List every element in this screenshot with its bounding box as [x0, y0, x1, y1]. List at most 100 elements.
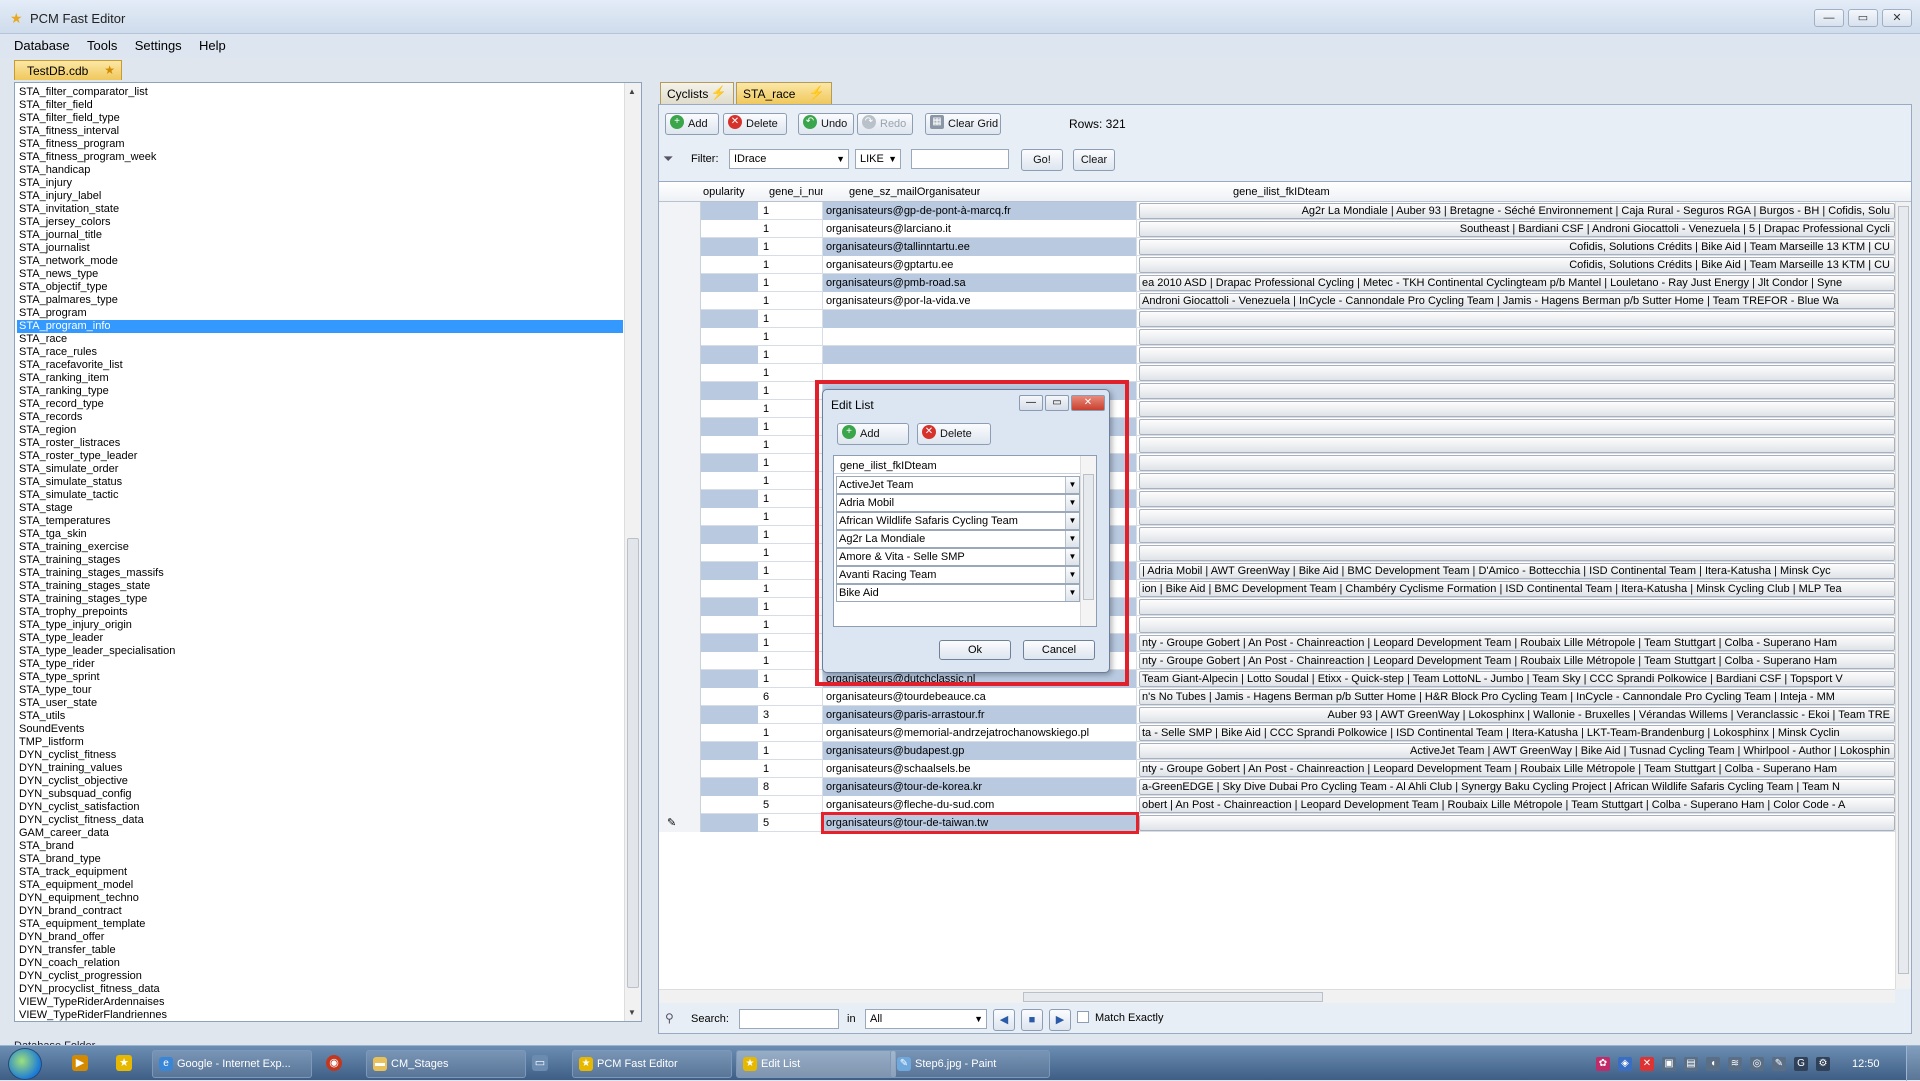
table-list-item[interactable]: STA_region: [17, 424, 623, 437]
table-list-item[interactable]: STA_network_mode: [17, 255, 623, 268]
table-row[interactable]: 1 organisateurs@tallinntartu.ee Cofidis, S…: [659, 238, 1895, 256]
table-list-item[interactable]: STA_equipment_model: [17, 879, 623, 892]
table-list-item[interactable]: DYN_cyclist_fitness: [17, 749, 623, 762]
table-list-item[interactable]: DYN_coach_relation: [17, 957, 623, 970]
tab-sta-race[interactable]: STA_race ⚡: [736, 82, 832, 104]
row-header[interactable]: [659, 346, 701, 364]
dialog-maximize-button[interactable]: ▭: [1045, 395, 1069, 411]
row-header[interactable]: [659, 472, 701, 490]
tray-steam-icon[interactable]: ◎: [1750, 1057, 1764, 1071]
cell-teams-button[interactable]: [1139, 545, 1895, 561]
row-header[interactable]: [659, 652, 701, 670]
team-list-scrollbar[interactable]: [1080, 456, 1096, 626]
cell-teams-button[interactable]: nty - Groupe Gobert | An Post - Chainrea…: [1139, 761, 1895, 777]
tray-tool-icon[interactable]: ✎: [1772, 1057, 1786, 1071]
row-header[interactable]: [659, 256, 701, 274]
cell-number[interactable]: 1: [759, 598, 823, 616]
table-row[interactable]: 8 organisateurs@tour-de-korea.kr a-GreenED…: [659, 778, 1895, 796]
close-button[interactable]: ✕: [1882, 9, 1912, 27]
table-row[interactable]: ✎ 5 organisateurs@tour-de-taiwan.tw: [659, 812, 1895, 834]
cell-number[interactable]: 1: [759, 238, 823, 256]
search-stop-button[interactable]: ■: [1021, 1009, 1043, 1031]
table-row[interactable]: 1: [659, 328, 1895, 346]
row-header[interactable]: [659, 328, 701, 346]
table-list-item[interactable]: STA_filter_field: [17, 99, 623, 112]
cell-teams-button[interactable]: [1139, 347, 1895, 363]
cell-teams-button[interactable]: Southeast | Bardiani CSF | Androni Gioca…: [1139, 221, 1895, 237]
table-list-item[interactable]: STA_simulate_status: [17, 476, 623, 489]
cell-popularity[interactable]: [701, 742, 758, 760]
scroll-thumb[interactable]: [1023, 992, 1323, 1002]
table-list-item[interactable]: STA_fitness_program: [17, 138, 623, 151]
table-list-item[interactable]: STA_brand_type: [17, 853, 623, 866]
cancel-button[interactable]: Cancel: [1023, 640, 1095, 660]
cell-teams-button[interactable]: nty - Groupe Gobert | An Post - Chainrea…: [1139, 635, 1895, 651]
cell-mail[interactable]: organisateurs@budapest.gp: [823, 742, 1137, 760]
table-list-item[interactable]: STA_training_stages_state: [17, 580, 623, 593]
cell-popularity[interactable]: [701, 580, 758, 598]
table-list-item[interactable]: STA_type_tour: [17, 684, 623, 697]
tray-security-icon[interactable]: ✕: [1640, 1057, 1654, 1071]
menu-help[interactable]: Help: [199, 38, 226, 53]
cell-mail[interactable]: organisateurs@gp-de-pont-à-marcq.fr: [823, 202, 1137, 220]
cell-number[interactable]: 1: [759, 220, 823, 238]
table-list-item[interactable]: STA_utils: [17, 710, 623, 723]
search-prev-button[interactable]: ◀: [993, 1009, 1015, 1031]
cell-teams-button[interactable]: [1139, 509, 1895, 525]
cell-popularity[interactable]: [701, 220, 758, 238]
minimize-button[interactable]: —: [1814, 9, 1844, 27]
table-list-item[interactable]: STA_racefavorite_list: [17, 359, 623, 372]
cell-mail[interactable]: organisateurs@memorial-andrzejatrochanow…: [823, 724, 1137, 742]
table-row[interactable]: 1: [659, 310, 1895, 328]
cell-popularity[interactable]: [701, 328, 758, 346]
table-list-item[interactable]: STA_program: [17, 307, 623, 320]
cell-popularity[interactable]: [701, 490, 758, 508]
table-row[interactable]: 1 organisateurs@pmb-road.sa ea 2010 ASD | …: [659, 274, 1895, 292]
row-header[interactable]: [659, 670, 701, 688]
cell-popularity[interactable]: [701, 706, 758, 724]
table-list-item[interactable]: DYN_brand_contract: [17, 905, 623, 918]
chevron-down-icon[interactable]: ▼: [1065, 477, 1079, 493]
cell-teams-button[interactable]: [1139, 419, 1895, 435]
table-list-item[interactable]: STA_type_leader_specialisation: [17, 645, 623, 658]
search-next-button[interactable]: ▶: [1049, 1009, 1071, 1031]
media-player-icon[interactable]: ▶: [72, 1055, 88, 1071]
table-list-item[interactable]: STA_type_injury_origin: [17, 619, 623, 632]
cell-teams-button[interactable]: [1139, 491, 1895, 507]
cell-mail[interactable]: organisateurs@paris-arrastour.fr: [823, 706, 1137, 724]
table-list-item[interactable]: STA_filter_field_type: [17, 112, 623, 125]
table-list-item[interactable]: STA_filter_comparator_list: [17, 86, 623, 99]
table-list-scrollbar[interactable]: ▲ ▼: [624, 83, 641, 1021]
chrome-icon[interactable]: ◉: [326, 1055, 342, 1071]
table-list-item[interactable]: STA_roster_type_leader: [17, 450, 623, 463]
row-header[interactable]: [659, 634, 701, 652]
row-header[interactable]: [659, 400, 701, 418]
row-header[interactable]: [659, 544, 701, 562]
filter-field-select[interactable]: IDrace ▼: [729, 149, 849, 169]
row-header[interactable]: [659, 508, 701, 526]
table-list-item[interactable]: GAM_career_data: [17, 827, 623, 840]
table-list-item[interactable]: STA_track_equipment: [17, 866, 623, 879]
table-list-item[interactable]: DYN_cyclist_objective: [17, 775, 623, 788]
table-list-item[interactable]: STA_injury: [17, 177, 623, 190]
cell-popularity[interactable]: [701, 382, 758, 400]
cell-popularity[interactable]: [701, 418, 758, 436]
taskbar-item[interactable]: e Google - Internet Exp...: [152, 1050, 312, 1078]
table-list-item[interactable]: STA_equipment_template: [17, 918, 623, 931]
cell-teams-button[interactable]: Androni Giocattoli - Venezuela | InCycle…: [1139, 293, 1895, 309]
team-select[interactable]: ActiveJet Team ▼: [836, 476, 1080, 494]
cell-teams-button[interactable]: [1139, 383, 1895, 399]
tray-g-icon[interactable]: G: [1794, 1057, 1808, 1071]
clock[interactable]: 12:50: [1852, 1058, 1880, 1070]
scroll-thumb[interactable]: [627, 538, 639, 988]
desktop-icon[interactable]: ▭: [532, 1055, 548, 1071]
cell-popularity[interactable]: [701, 364, 758, 382]
row-header[interactable]: [659, 418, 701, 436]
cell-popularity[interactable]: [701, 310, 758, 328]
row-header[interactable]: [659, 616, 701, 634]
cell-teams-button[interactable]: [1139, 599, 1895, 615]
cell-number[interactable]: 1: [759, 364, 823, 382]
cell-mail[interactable]: organisateurs@schaalsels.be: [823, 760, 1137, 778]
tab-cyclists[interactable]: Cyclists ⚡: [660, 82, 734, 104]
cell-number[interactable]: 1: [759, 616, 823, 634]
